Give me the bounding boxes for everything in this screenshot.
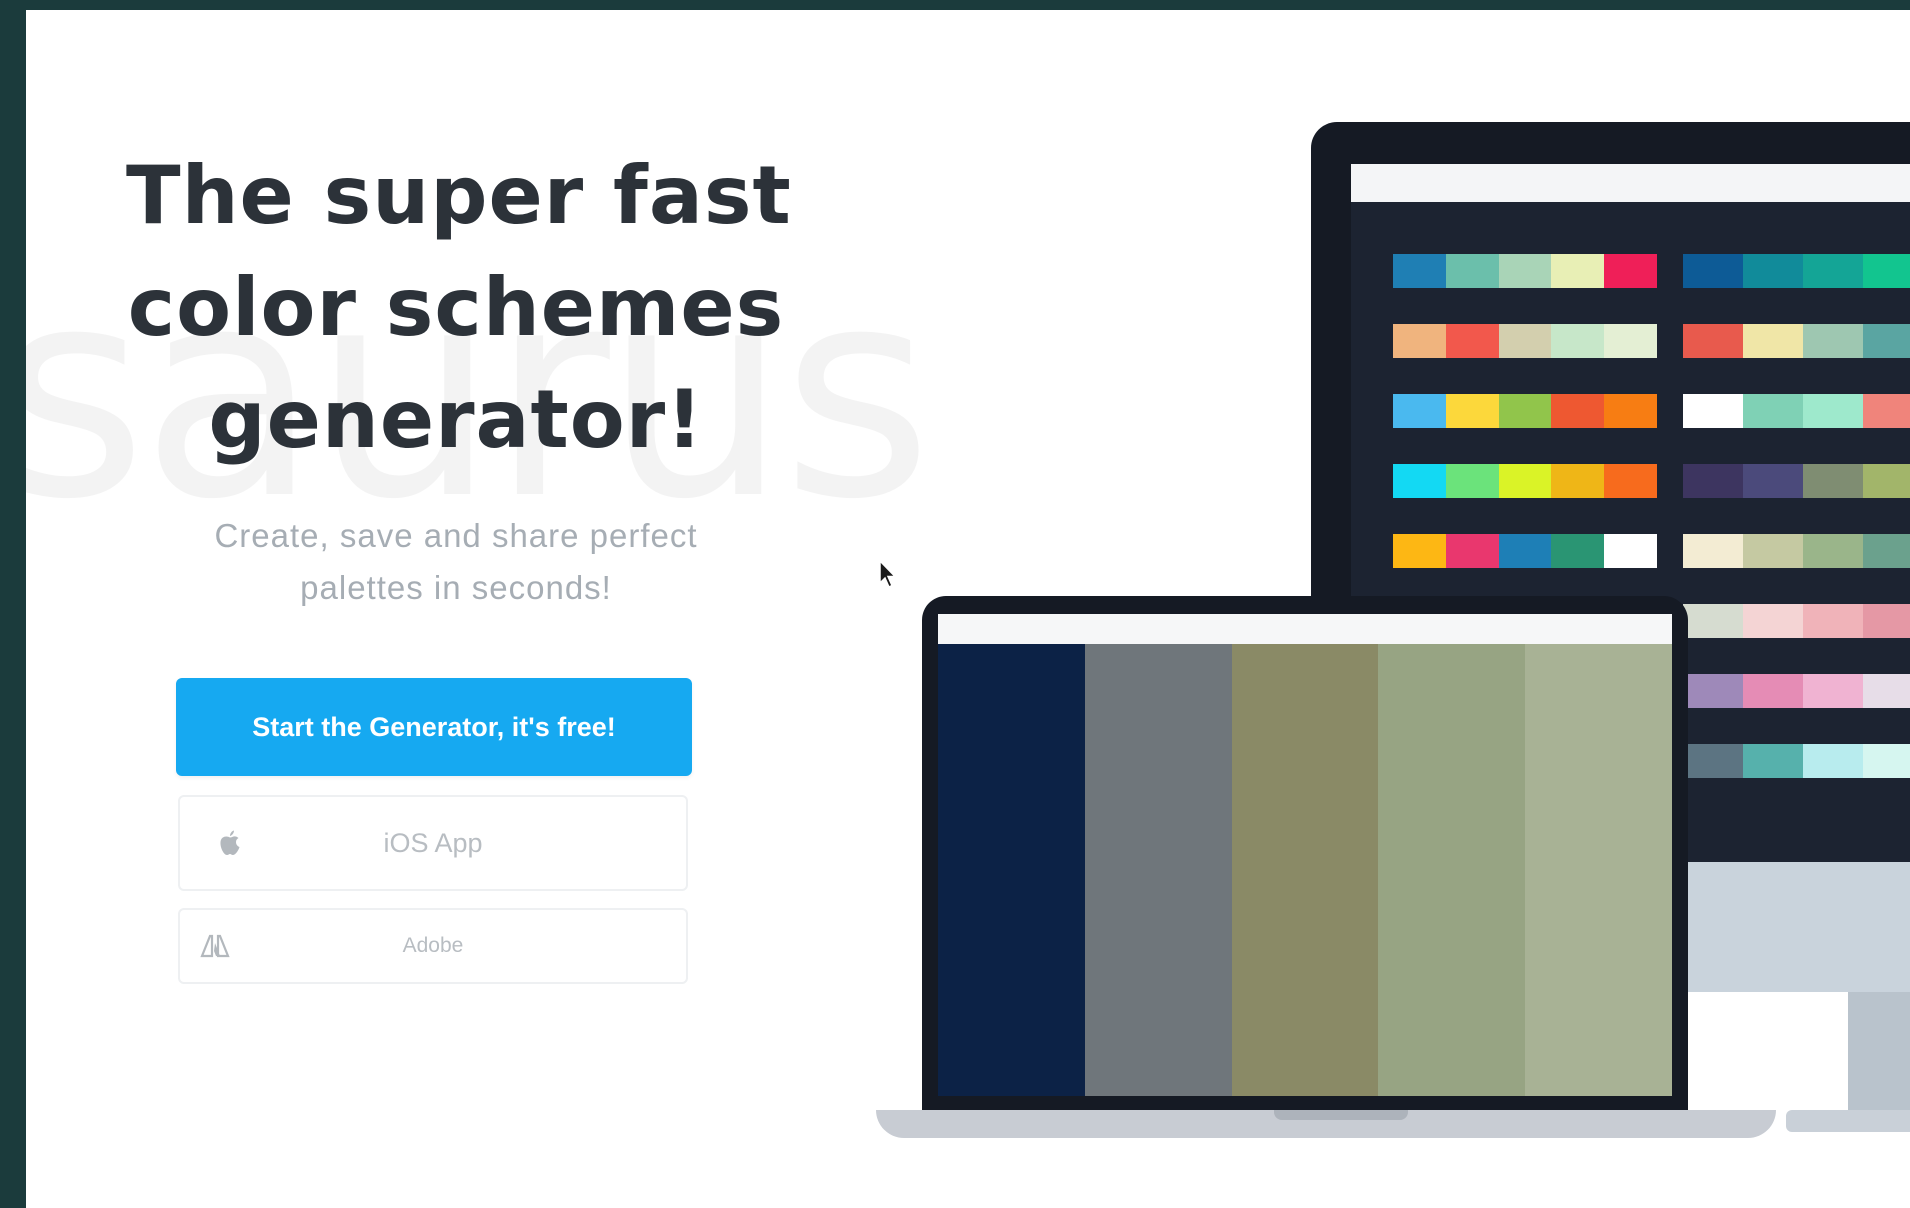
- page-frame: saurus The super fast color schemes gene…: [26, 10, 1910, 1208]
- hero-title-line-3: generator!: [208, 373, 704, 466]
- monitor-palette-swatch: [1683, 254, 1743, 288]
- monitor-palette-swatch: [1743, 534, 1803, 568]
- ios-app-label: iOS App: [383, 827, 483, 858]
- monitor-palette-row: [1393, 394, 1657, 428]
- monitor-palette-swatch: [1393, 254, 1446, 288]
- monitor-palette-swatch: [1498, 464, 1552, 498]
- monitor-palette-swatch: [1498, 534, 1552, 568]
- monitor-palette-swatch: [1743, 324, 1803, 358]
- monitor-palette-swatch: [1551, 394, 1605, 428]
- monitor-palette-swatch: [1683, 464, 1743, 498]
- adobe-label: Adobe: [402, 934, 464, 957]
- mouse-cursor-icon: [879, 559, 897, 589]
- laptop-palette-swatch: [1378, 644, 1526, 1096]
- monitor-palette-swatch: [1683, 324, 1743, 358]
- monitor-palette-swatch: [1863, 604, 1910, 638]
- monitor-palette-swatch: [1445, 464, 1499, 498]
- monitor-palette-swatch: [1743, 674, 1803, 708]
- monitor-palette-swatch: [1551, 254, 1605, 288]
- monitor-palette-swatch: [1445, 254, 1499, 288]
- hero-subtitle-line-2: palettes in seconds!: [300, 569, 612, 606]
- laptop-palette-swatch: [1525, 644, 1672, 1096]
- monitor-palette-swatch: [1743, 394, 1803, 428]
- monitor-palette-swatch: [1551, 534, 1605, 568]
- monitor-palette-swatch: [1863, 744, 1910, 778]
- monitor-palette-swatch: [1683, 674, 1743, 708]
- monitor-palette-row: [1683, 604, 1910, 638]
- monitor-palette-swatch: [1604, 324, 1657, 358]
- monitor-palette-row: [1393, 534, 1657, 568]
- monitor-palette-row: [1683, 744, 1910, 778]
- monitor-palette-swatch: [1803, 254, 1863, 288]
- adobe-icon: [200, 934, 230, 958]
- monitor-palette-swatch: [1863, 394, 1910, 428]
- monitor-palette-swatch: [1863, 534, 1910, 568]
- monitor-palette-swatch: [1393, 394, 1446, 428]
- monitor-palette-swatch: [1445, 324, 1499, 358]
- monitor-palette-swatch: [1803, 674, 1863, 708]
- monitor-palette-swatch: [1743, 744, 1803, 778]
- monitor-palette-swatch: [1604, 534, 1657, 568]
- monitor-palette-row: [1683, 254, 1910, 288]
- monitor-palette-row: [1393, 254, 1657, 288]
- monitor-palette-swatch: [1743, 464, 1803, 498]
- hero-title-line-1: The super fast: [126, 149, 792, 242]
- monitor-palette-swatch: [1604, 254, 1657, 288]
- monitor-palette-swatch: [1498, 324, 1552, 358]
- monitor-palette-swatch: [1863, 464, 1910, 498]
- monitor-palette-swatch: [1803, 604, 1863, 638]
- monitor-palette-swatch: [1498, 254, 1552, 288]
- monitor-palette-swatch: [1551, 324, 1605, 358]
- monitor-stand: [1676, 862, 1910, 992]
- monitor-foot: [1786, 1110, 1910, 1132]
- monitor-palette-swatch: [1863, 254, 1910, 288]
- monitor-palette-swatch: [1498, 394, 1552, 428]
- monitor-neck: [1848, 992, 1910, 1122]
- laptop-screen: [938, 614, 1672, 1096]
- hero-title-line-2: color schemes: [127, 261, 785, 354]
- monitor-palette-row: [1393, 324, 1657, 358]
- apple-icon: [218, 829, 242, 857]
- monitor-palette-swatch: [1445, 534, 1499, 568]
- monitor-palette-swatch: [1393, 534, 1446, 568]
- monitor-palette-swatch: [1803, 324, 1863, 358]
- hero-subtitle: Create, save and share perfect palettes …: [156, 510, 756, 614]
- monitor-palette-swatch: [1393, 324, 1446, 358]
- ios-app-button[interactable]: iOS App: [178, 795, 688, 891]
- start-generator-button[interactable]: Start the Generator, it's free!: [176, 678, 692, 776]
- hero-subtitle-line-1: Create, save and share perfect: [214, 517, 698, 554]
- monitor-palette-row: [1393, 464, 1657, 498]
- hero-title: The super fast color schemes generator!: [126, 140, 792, 476]
- laptop-browser-bar: [938, 614, 1672, 644]
- monitor-palette-row: [1683, 394, 1910, 428]
- monitor-palette-swatch: [1803, 744, 1863, 778]
- monitor-palette-swatch: [1683, 534, 1743, 568]
- monitor-palette-swatch: [1803, 394, 1863, 428]
- monitor-palette-swatch: [1604, 394, 1657, 428]
- monitor-palette-swatch: [1551, 464, 1605, 498]
- monitor-palette-swatch: [1393, 464, 1446, 498]
- monitor-palette-row: [1683, 464, 1910, 498]
- laptop-palette-swatch: [1084, 644, 1232, 1096]
- monitor-palette-swatch: [1445, 394, 1499, 428]
- monitor-browser-bar: [1351, 164, 1910, 202]
- adobe-button[interactable]: Adobe: [178, 908, 688, 984]
- laptop-illustration: [922, 596, 1688, 1110]
- monitor-palette-row: [1683, 534, 1910, 568]
- monitor-palette-swatch: [1743, 604, 1803, 638]
- laptop-notch: [1274, 1110, 1408, 1120]
- laptop-palette-swatch: [1231, 644, 1379, 1096]
- monitor-palette-swatch: [1604, 464, 1657, 498]
- laptop-palette-swatch: [938, 644, 1085, 1096]
- monitor-palette-row: [1683, 324, 1910, 358]
- monitor-palette-swatch: [1743, 254, 1803, 288]
- monitor-palette-swatch: [1803, 534, 1863, 568]
- monitor-palette-swatch: [1683, 604, 1743, 638]
- monitor-palette-swatch: [1803, 464, 1863, 498]
- monitor-palette-swatch: [1683, 394, 1743, 428]
- monitor-palette-row: [1683, 674, 1910, 708]
- monitor-palette-swatch: [1863, 324, 1910, 358]
- monitor-palette-swatch: [1683, 744, 1743, 778]
- monitor-palette-swatch: [1863, 674, 1910, 708]
